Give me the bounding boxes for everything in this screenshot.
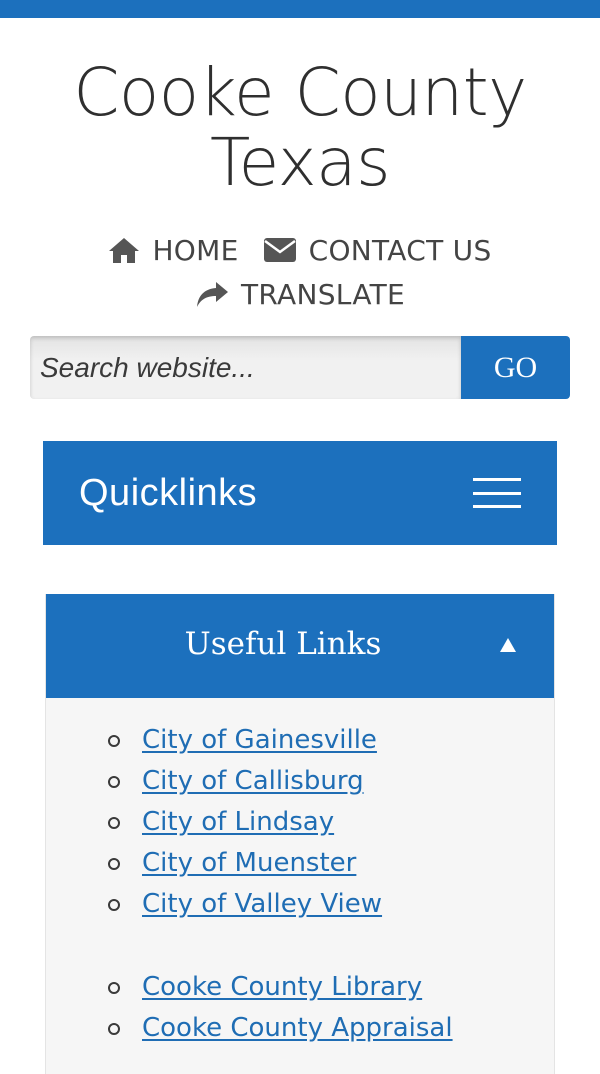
nav-translate-label: TRANSLATE <box>240 277 405 311</box>
bullet-icon <box>108 1023 120 1035</box>
list-item: Cooke County Library <box>46 967 453 1008</box>
home-icon <box>109 238 140 263</box>
site-title-line1: Cooke County <box>73 54 527 131</box>
bullet-icon <box>108 817 120 829</box>
bullet-icon <box>108 899 120 911</box>
nav-contact-link[interactable]: CONTACT US <box>263 234 492 267</box>
search-form: GO <box>30 336 570 399</box>
nav-home-link[interactable]: HOME <box>108 234 238 267</box>
list-item: City of Valley View <box>46 884 382 925</box>
nav-contact-label: CONTACT US <box>308 233 492 267</box>
hamburger-menu-icon[interactable] <box>473 478 521 508</box>
top-nav-row-1: HOME CONTACT US <box>0 230 600 270</box>
bullet-icon <box>108 735 120 747</box>
link-cooke-county-library[interactable]: Cooke County Library <box>142 972 422 1002</box>
caret-up-icon <box>500 638 516 652</box>
city-links-list: City of Gainesville City of Callisburg C… <box>46 720 382 925</box>
link-city-of-lindsay[interactable]: City of Lindsay <box>142 807 334 837</box>
link-city-of-callisburg[interactable]: City of Callisburg <box>142 766 364 796</box>
bullet-icon <box>108 776 120 788</box>
nav-home-label: HOME <box>152 233 239 267</box>
useful-links-title: Useful Links <box>184 626 382 662</box>
search-input[interactable] <box>30 336 461 399</box>
quicklinks-bar[interactable]: Quicklinks <box>43 441 557 545</box>
list-item: Cooke County Appraisal <box>46 1008 453 1049</box>
bullet-icon <box>108 982 120 994</box>
bullet-icon <box>108 858 120 870</box>
site-title[interactable]: Cooke County Texas <box>0 58 600 198</box>
county-links-list: Cooke County Library Cooke County Apprai… <box>46 967 453 1049</box>
link-cooke-county-appraisal[interactable]: Cooke County Appraisal <box>142 1013 453 1043</box>
quicklinks-label: Quicklinks <box>79 471 258 514</box>
link-city-of-valley-view[interactable]: City of Valley View <box>142 889 382 919</box>
link-city-of-gainesville[interactable]: City of Gainesville <box>142 725 377 755</box>
site-title-line2: Texas <box>210 124 390 201</box>
useful-links-panel: Useful Links City of Gainesville City of… <box>45 594 555 1074</box>
envelope-icon <box>263 238 296 262</box>
useful-links-header[interactable]: Useful Links <box>46 594 554 698</box>
top-accent-bar <box>0 0 600 18</box>
search-go-button[interactable]: GO <box>461 336 570 399</box>
link-city-of-muenster[interactable]: City of Muenster <box>142 848 356 878</box>
nav-translate-link[interactable]: TRANSLATE <box>195 278 405 311</box>
list-item: City of Callisburg <box>46 761 382 802</box>
share-arrow-icon <box>196 282 228 307</box>
list-item: City of Muenster <box>46 843 382 884</box>
list-item: City of Lindsay <box>46 802 382 843</box>
list-item: City of Gainesville <box>46 720 382 761</box>
top-nav-row-2: TRANSLATE <box>0 274 600 314</box>
